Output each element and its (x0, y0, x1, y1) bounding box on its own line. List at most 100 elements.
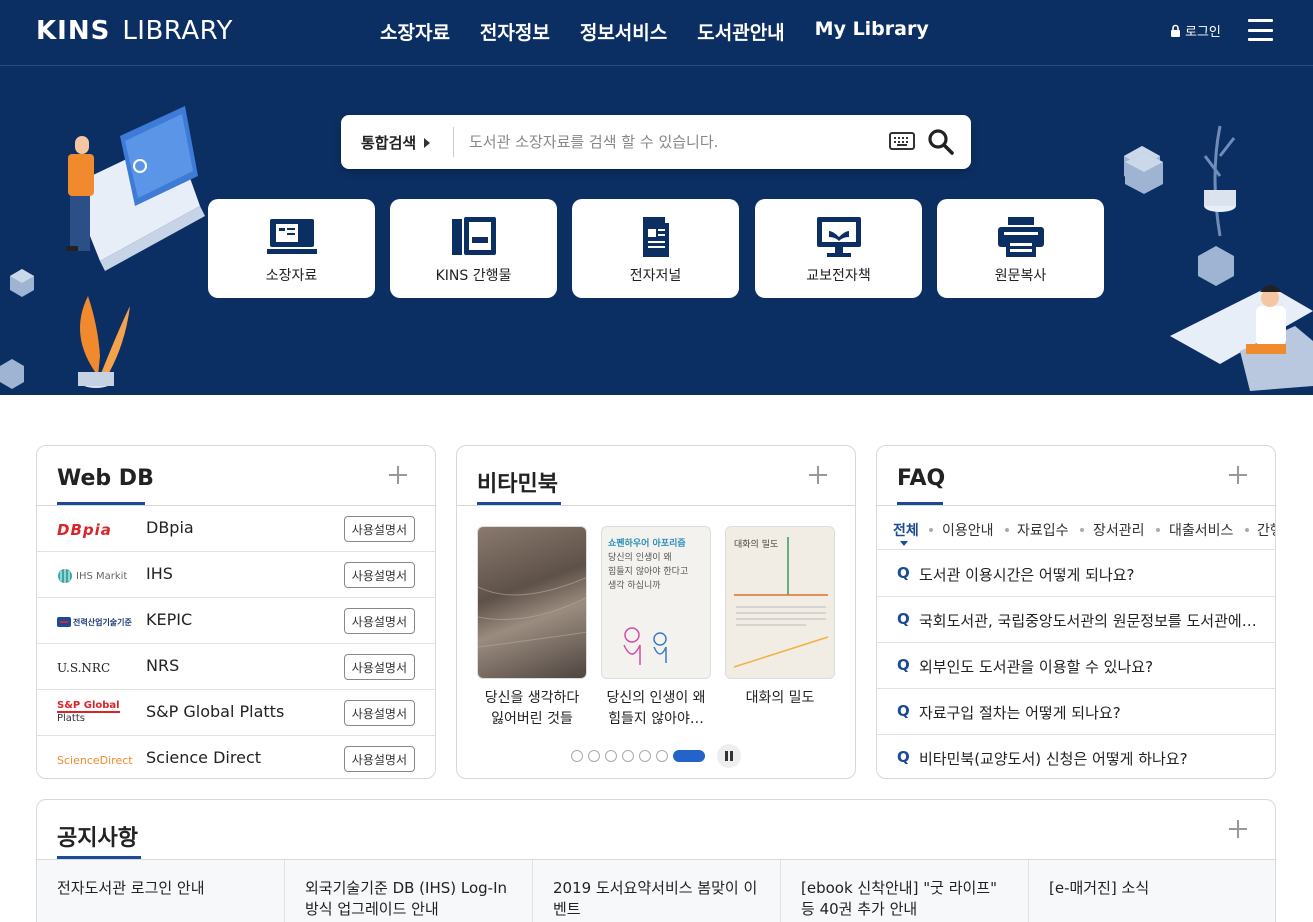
search-input[interactable] (469, 129, 849, 155)
slide-dot[interactable] (571, 750, 583, 762)
virtual-keyboard-icon[interactable] (889, 131, 915, 151)
faq-item[interactable]: Q 도서관 이용시간은 어떻게 되나요? (877, 551, 1275, 597)
faq-q-mark: Q (897, 564, 910, 582)
notice-text: 외국기술기준 DB (IHS) Log-In 방식 업그레이드 안내 (305, 879, 508, 918)
book-title: 대화의 밀도 (725, 688, 835, 709)
faq-question: 비타민북(교양도서) 신청은 어떻게 하나요? (919, 750, 1188, 768)
quick-link-e-journal[interactable]: 전자저널 (572, 199, 739, 298)
ihs-globe-icon (58, 569, 72, 583)
webdb-name: DBpia (146, 518, 194, 537)
slide-dot[interactable] (639, 750, 651, 762)
illustration-keyboard-person (1124, 125, 1313, 391)
slide-dot[interactable] (656, 750, 668, 762)
platts-logo-subtext: Platts (57, 713, 85, 724)
book-title-line: 잃어버린 것들 (491, 711, 573, 727)
hamburger-menu-icon[interactable] (1248, 19, 1273, 41)
manual-button[interactable]: 사용설명서 (343, 654, 415, 680)
faq-panel: FAQ 전체 이용안내 자료입수 장서관리 대출서비스 간행 Q 도서관 이용시… (876, 445, 1276, 779)
webdb-name: IHS (146, 564, 173, 583)
faq-title: FAQ (897, 466, 946, 491)
logo-library: LIBRARY (122, 16, 233, 46)
nav-e-info[interactable]: 전자정보 (480, 18, 550, 45)
book-cover (477, 526, 587, 679)
notice-item[interactable]: 전자도서관 로그인 안내 (37, 860, 285, 922)
more-plus-icon[interactable] (1229, 820, 1247, 838)
faq-question: 자료구입 절차는 어떻게 되나요? (919, 704, 1121, 722)
webdb-row-ihs[interactable]: IHS Markit IHS 사용설명서 (37, 552, 435, 598)
faq-tab-publication[interactable]: 간행 (1257, 520, 1275, 540)
tab-separator (929, 528, 933, 532)
faq-q-mark: Q (897, 656, 910, 674)
slide-dot[interactable] (605, 750, 617, 762)
tab-separator (1080, 528, 1084, 532)
site-logo[interactable]: KINS LIBRARY (36, 14, 233, 48)
webdb-row-sciencedirect[interactable]: ScienceDirect Science Direct 사용설명서 (37, 736, 435, 778)
more-plus-icon[interactable] (809, 466, 827, 484)
faq-tab-acquisition[interactable]: 자료입수 (1017, 520, 1069, 540)
webdb-name: S&P Global Platts (146, 702, 285, 721)
monitor-ebook-icon (816, 217, 861, 257)
faq-item[interactable]: Q 국회도서관, 국립중앙도서관의 원문정보를 도서관에서 이용할 수 있나요? (877, 597, 1275, 643)
pause-icon[interactable] (717, 744, 741, 768)
login-label: 로그인 (1185, 25, 1221, 40)
slide-dot-active[interactable] (673, 750, 705, 762)
webdb-name: Science Direct (146, 748, 262, 767)
faq-item[interactable]: Q 외부인도 도서관을 이용할 수 있나요? (877, 643, 1275, 689)
book-card[interactable]: 대화의 밀도 대화의 밀도 (725, 526, 835, 709)
slide-dot[interactable] (588, 750, 600, 762)
top-header: KINS LIBRARY 소장자료 전자정보 정보서비스 도서관안내 My Li… (0, 0, 1313, 66)
manual-button[interactable]: 사용설명서 (343, 562, 415, 588)
login-link[interactable]: 로그인 (1170, 21, 1221, 40)
nav-library-guide[interactable]: 도서관안내 (697, 18, 784, 45)
kepic-logo: 전력산업기술기준 (57, 612, 132, 632)
more-plus-icon[interactable] (1229, 466, 1247, 484)
e-journal-icon (642, 217, 669, 257)
quick-link-collection[interactable]: 소장자료 (208, 199, 375, 298)
webdb-row-platts[interactable]: S&P Global Platts S&P Global Platts 사용설명… (37, 690, 435, 736)
faq-tab-guide[interactable]: 이용안내 (942, 520, 994, 540)
faq-tab-collection[interactable]: 장서관리 (1093, 520, 1145, 540)
quick-link-kyobo-ebook[interactable]: 교보전자책 (755, 199, 922, 298)
webdb-name: NRS (146, 656, 180, 675)
manual-button[interactable]: 사용설명서 (343, 608, 415, 634)
main-nav: 소장자료 전자정보 정보서비스 도서관안내 My Library (380, 18, 959, 45)
webdb-row-nrs[interactable]: U.S.NRC NRS 사용설명서 (37, 644, 435, 690)
search-icon[interactable] (927, 128, 955, 156)
faq-item[interactable]: Q 비타민북(교양도서) 신청은 어떻게 하나요? (877, 735, 1275, 778)
faq-tab-all[interactable]: 전체 (893, 520, 919, 540)
faq-tab-loan[interactable]: 대출서비스 (1169, 520, 1233, 540)
nav-my-library[interactable]: My Library (815, 18, 929, 45)
book-title-line: 대화의 밀도 (745, 690, 815, 706)
hero-banner: 통합검색 소장자료 KINS 간행물 (0, 66, 1313, 395)
caret-right-icon (424, 137, 431, 148)
notice-item[interactable]: 2019 도서요약서비스 봄맞이 이벤트 (533, 860, 781, 922)
manual-button[interactable]: 사용설명서 (343, 746, 415, 772)
nav-collection[interactable]: 소장자료 (380, 18, 450, 45)
vitamin-book-panel: 비타민북 당신을 생각하다 잃어버린 것들 쇼펜하우어 아포리즘 당신의 인생이… (456, 445, 856, 779)
book-card[interactable]: 당신을 생각하다 잃어버린 것들 (477, 526, 587, 730)
quick-link-kins-publication[interactable]: KINS 간행물 (390, 199, 557, 298)
manual-button[interactable]: 사용설명서 (343, 700, 415, 726)
kepic-mark-icon (57, 617, 71, 627)
book-cover: 대화의 밀도 (725, 526, 835, 679)
tab-separator (1005, 528, 1009, 532)
manual-button[interactable]: 사용설명서 (343, 516, 415, 542)
search-scope-select[interactable]: 통합검색 (361, 132, 431, 153)
notice-text: [ebook 신착안내] "굿 라이프" 등 40권 추가 안내 (801, 879, 997, 918)
nav-info-service[interactable]: 정보서비스 (580, 18, 667, 45)
quick-link-label: 전자저널 (629, 268, 682, 284)
book-card[interactable]: 쇼펜하우어 아포리즘 당신의 인생이 왜 힘들지 않아야 한다고 생각 하십니까… (601, 526, 711, 730)
more-plus-icon[interactable] (389, 466, 407, 484)
webdb-row-dbpia[interactable]: DBpia DBpia 사용설명서 (37, 506, 435, 552)
webdb-row-kepic[interactable]: 전력산업기술기준 KEPIC 사용설명서 (37, 598, 435, 644)
notice-text: 전자도서관 로그인 안내 (57, 879, 205, 897)
platts-logo: S&P Global Platts (57, 700, 132, 728)
panel-divider (457, 505, 855, 506)
slide-dot[interactable] (622, 750, 634, 762)
quick-link-doc-copy[interactable]: 원문복사 (937, 199, 1104, 298)
notice-item[interactable]: 외국기술기준 DB (IHS) Log-In 방식 업그레이드 안내 (285, 860, 533, 922)
notice-item[interactable]: [ebook 신착안내] "굿 라이프" 등 40권 추가 안내 (781, 860, 1029, 922)
notice-item[interactable]: [e-매거진] 소식 (1029, 860, 1275, 922)
printer-icon (997, 217, 1044, 257)
faq-item[interactable]: Q 자료구입 절차는 어떻게 되나요? (877, 689, 1275, 735)
